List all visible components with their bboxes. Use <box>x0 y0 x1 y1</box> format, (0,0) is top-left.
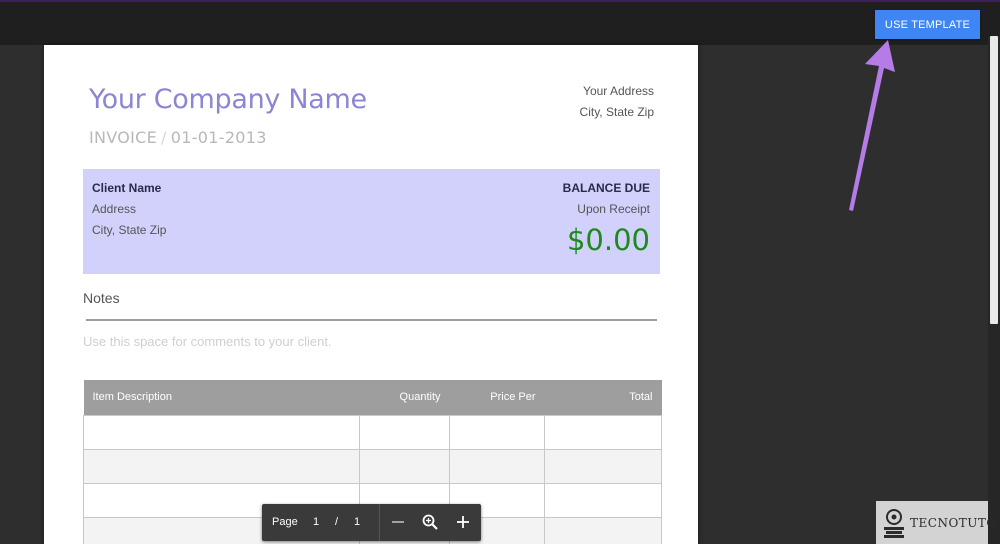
invoice-page: Your Company Name INVOICE/01-01-2013 You… <box>44 45 698 544</box>
header-total: Total <box>544 380 662 415</box>
table-cell <box>83 414 360 450</box>
pager-divider <box>379 504 380 541</box>
table-cell <box>83 448 360 484</box>
invoice-separator: / <box>161 128 167 147</box>
header-quantity: Quantity <box>359 380 450 415</box>
notes-title: Notes <box>83 290 120 306</box>
client-address: Address <box>92 202 137 216</box>
table-cell <box>544 414 662 450</box>
table-row <box>83 414 662 450</box>
page-label: Page <box>272 516 298 528</box>
invoice-label: INVOICE <box>89 128 158 147</box>
table-cell <box>449 448 545 484</box>
table-cell <box>359 414 450 450</box>
scrollbar[interactable] <box>988 36 1000 544</box>
header-item-description: Item Description <box>83 380 360 415</box>
scrollbar-thumb[interactable] <box>990 36 998 324</box>
payment-terms: Upon Receipt <box>577 202 650 216</box>
invoice-title: INVOICE/01-01-2013 <box>89 128 267 147</box>
company-name: Your Company Name <box>89 84 367 115</box>
client-city: City, State Zip <box>92 223 167 237</box>
client-box: Client Name Address City, State Zip BALA… <box>83 169 660 274</box>
page-number-input[interactable]: 1 <box>311 516 321 528</box>
top-toolbar: USE TEMPLATE <box>0 0 1000 45</box>
notes-placeholder: Use this space for comments to your clie… <box>83 334 332 349</box>
table-cell <box>449 414 545 450</box>
zoom-in-icon[interactable] <box>453 512 473 532</box>
table-header-row: Item Description Quantity Price Per Tota… <box>83 380 662 415</box>
watermark-logo-icon <box>884 509 904 538</box>
page-total: 1 <box>354 516 361 528</box>
table-cell <box>544 482 662 518</box>
address-line-1: Your Address <box>583 84 654 98</box>
page-controls: Page 1 / 1 <box>262 504 481 541</box>
zoom-icon[interactable] <box>420 512 440 532</box>
table-cell <box>544 448 662 484</box>
client-name: Client Name <box>92 181 162 195</box>
use-template-button[interactable]: USE TEMPLATE <box>875 10 980 39</box>
zoom-out-icon[interactable] <box>388 512 408 532</box>
table-cell <box>544 516 662 544</box>
invoice-date: 01-01-2013 <box>170 128 267 147</box>
watermark-text: TECNOTUTO <box>910 516 997 530</box>
notes-divider <box>86 319 657 321</box>
table-cell <box>359 448 450 484</box>
address-line-2: City, State Zip <box>579 105 654 119</box>
balance-due-label: BALANCE DUE <box>562 181 650 195</box>
balance-amount: $0.00 <box>566 223 650 257</box>
balance-details: BALANCE DUE Upon Receipt $0.00 <box>563 178 650 258</box>
header-price-per: Price Per <box>449 380 545 415</box>
watermark: TECNOTUTO <box>876 501 996 544</box>
page-separator: / <box>335 516 339 528</box>
client-details: Client Name Address City, State Zip <box>92 178 166 241</box>
table-row <box>83 448 662 484</box>
company-address: Your Address City, State Zip <box>580 81 654 123</box>
